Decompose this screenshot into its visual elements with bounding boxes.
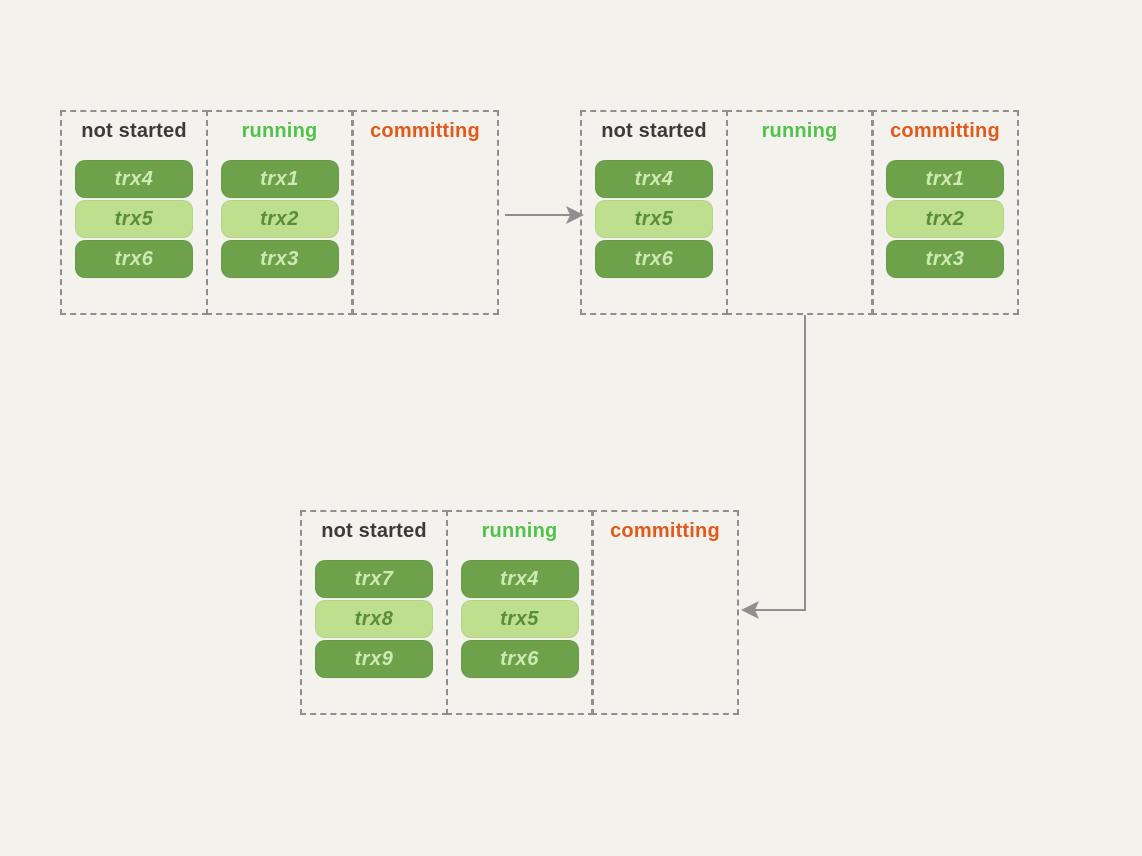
trx-item: trx1: [221, 160, 339, 198]
trx-item: trx7: [315, 560, 433, 598]
label-not-started: not started: [81, 120, 187, 142]
trx-item: trx4: [461, 560, 579, 598]
col-not-started: not started trx7 trx8 trx9: [300, 510, 448, 715]
label-running: running: [482, 520, 558, 542]
trx-item: trx5: [75, 200, 193, 238]
trx-item: trx5: [595, 200, 713, 238]
stack-running: trx1 trx2 trx3: [221, 160, 339, 280]
stack-not-started: trx4 trx5 trx6: [75, 160, 193, 280]
col-running: running trx4 trx5 trx6: [446, 510, 594, 715]
trx-item: trx1: [886, 160, 1004, 198]
col-committing: committing trx1 trx2 trx3: [871, 110, 1019, 315]
label-committing: committing: [890, 120, 1000, 142]
col-committing: committing: [591, 510, 739, 715]
label-running: running: [242, 120, 318, 142]
trx-item: trx6: [595, 240, 713, 278]
label-not-started: not started: [321, 520, 427, 542]
trx-item: trx3: [221, 240, 339, 278]
trx-item: trx8: [315, 600, 433, 638]
col-not-started: not started trx4 trx5 trx6: [60, 110, 208, 315]
stack-not-started: trx7 trx8 trx9: [315, 560, 433, 680]
trx-item: trx6: [461, 640, 579, 678]
label-committing: committing: [370, 120, 480, 142]
trx-item: trx4: [75, 160, 193, 198]
label-not-started: not started: [601, 120, 707, 142]
col-committing: committing: [351, 110, 499, 315]
stage-1: not started trx4 trx5 trx6 running trx1 …: [60, 110, 499, 315]
col-not-started: not started trx4 trx5 trx6: [580, 110, 728, 315]
trx-item: trx2: [886, 200, 1004, 238]
label-running: running: [762, 120, 838, 142]
trx-item: trx9: [315, 640, 433, 678]
stage-3: not started trx7 trx8 trx9 running trx4 …: [300, 510, 739, 715]
col-running: running trx1 trx2 trx3: [206, 110, 354, 315]
trx-item: trx6: [75, 240, 193, 278]
col-running: running: [726, 110, 874, 315]
trx-item: trx4: [595, 160, 713, 198]
stack-committing: trx1 trx2 trx3: [886, 160, 1004, 280]
stack-not-started: trx4 trx5 trx6: [595, 160, 713, 280]
arrow-2-to-3: [745, 315, 805, 610]
trx-item: trx3: [886, 240, 1004, 278]
label-committing: committing: [610, 520, 720, 542]
stage-2: not started trx4 trx5 trx6 running commi…: [580, 110, 1019, 315]
stack-running: trx4 trx5 trx6: [461, 560, 579, 680]
trx-item: trx2: [221, 200, 339, 238]
trx-item: trx5: [461, 600, 579, 638]
